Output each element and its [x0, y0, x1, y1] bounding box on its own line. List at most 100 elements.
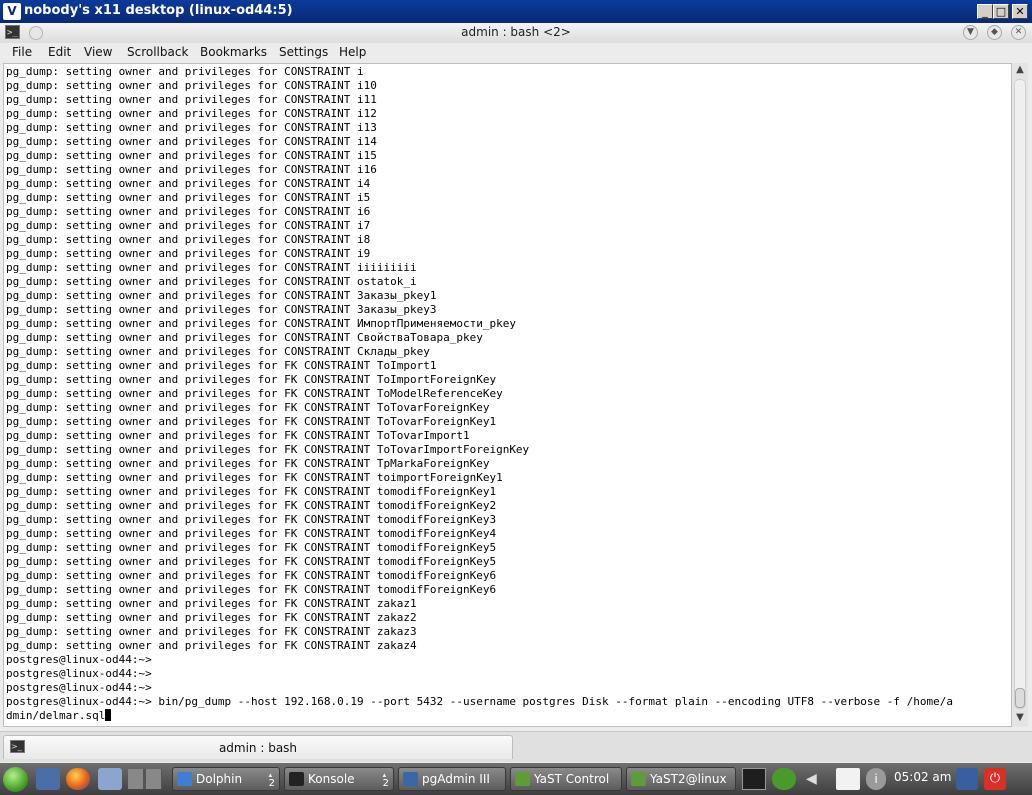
konsole-window: >_ admin : bash <2> ▼ ◆ ✕ File Edit View… [0, 23, 1032, 763]
terminal-line: pg_dump: setting owner and privileges fo… [6, 93, 377, 106]
folder-icon [177, 772, 192, 786]
terminal-line: pg_dump: setting owner and privileges fo… [6, 541, 497, 554]
terminal-line: pg_dump: setting owner and privileges fo… [6, 121, 377, 134]
terminal-line: postgres@linux-od44:~> [6, 681, 152, 694]
window-count: 2 [269, 772, 275, 789]
speaker-icon[interactable]: ◀ [806, 768, 820, 790]
terminal-line: pg_dump: setting owner and privileges fo… [6, 205, 371, 218]
menu-settings[interactable]: Settings [279, 45, 328, 59]
terminal-line: pg_dump: setting owner and privileges fo… [6, 359, 437, 372]
terminal-line: pg_dump: setting owner and privileges fo… [6, 457, 490, 470]
terminal-line: pg_dump: setting owner and privileges fo… [6, 401, 490, 414]
terminal-line: postgres@linux-od44:~> bin/pg_dump --hos… [6, 695, 954, 708]
menu-scrollback[interactable]: Scrollback [127, 45, 188, 59]
yast-icon [631, 772, 646, 786]
maximize-button[interactable]: □ [993, 4, 1009, 19]
konsole-title-bar[interactable]: >_ admin : bash <2> ▼ ◆ ✕ [0, 23, 1032, 44]
terminal-line: pg_dump: setting owner and privileges fo… [6, 331, 483, 344]
terminal-line: pg_dump: setting owner and privileges fo… [6, 527, 497, 540]
tab-admin-bash[interactable]: >_ admin : bash [3, 735, 513, 759]
info-icon[interactable]: i [866, 768, 886, 790]
text-cursor [105, 709, 112, 721]
terminal-line: dmin/delmar.sql [6, 709, 953, 723]
elephant-icon [403, 772, 418, 786]
terminal-line: pg_dump: setting owner and privileges fo… [6, 107, 377, 120]
menu-bookmarks[interactable]: Bookmarks [200, 45, 267, 59]
scroll-down-icon[interactable]: ▼ [1012, 711, 1028, 725]
taskbar-item-label: Konsole [308, 772, 355, 786]
yast-icon [515, 772, 530, 786]
terminal-line: pg_dump: setting owner and privileges fo… [6, 177, 371, 190]
taskbar-item-label: YaST Control [534, 772, 610, 786]
scrollbar-track[interactable] [1014, 79, 1026, 709]
terminal-line: pg_dump: setting owner and privileges fo… [6, 415, 497, 428]
menu-file[interactable]: File [12, 45, 32, 59]
terminal-line: pg_dump: setting owner and privileges fo… [6, 639, 417, 652]
terminal-line: pg_dump: setting owner and privileges fo… [6, 387, 503, 400]
close-icon[interactable]: ✕ [1011, 25, 1026, 40]
terminal-tray-icon[interactable] [742, 768, 766, 790]
minimize-button[interactable]: _ [977, 4, 993, 19]
close-button[interactable]: ✕ [1012, 4, 1028, 19]
maximize-icon[interactable]: ◆ [987, 25, 1002, 40]
terminal-line: pg_dump: setting owner and privileges fo… [6, 499, 497, 512]
scrollbar-thumb[interactable] [1015, 688, 1025, 708]
vnc-title-bar[interactable]: V nobody's x11 desktop (linux-od44:5) _ … [0, 0, 1032, 23]
taskbar-item-yast-control[interactable]: YaST Control [510, 767, 622, 791]
terminal-line: pg_dump: setting owner and privileges fo… [6, 303, 437, 316]
terminal-line: postgres@linux-od44:~> [6, 653, 152, 666]
kde-menu-icon[interactable] [3, 767, 28, 792]
terminal-line: pg_dump: setting owner and privileges fo… [6, 191, 371, 204]
terminal-line: pg_dump: setting owner and privileges fo… [6, 625, 417, 638]
tab-label: admin : bash [218, 741, 298, 755]
taskbar-item-label: YaST2@linux [650, 772, 727, 786]
firefox-icon[interactable] [66, 768, 90, 790]
terminal-line: pg_dump: setting owner and privileges fo… [6, 149, 377, 162]
terminal-line: pg_dump: setting owner and privileges fo… [6, 261, 417, 274]
tab-bar: >_ admin : bash [0, 731, 1032, 762]
terminal-line: postgres@linux-od44:~> [6, 667, 152, 680]
terminal-line: pg_dump: setting owner and privileges fo… [6, 597, 417, 610]
vnc-app-icon[interactable]: V [3, 3, 21, 20]
terminal-line: pg_dump: setting owner and privileges fo… [6, 163, 377, 176]
terminal-icon [289, 772, 304, 786]
terminal-line: pg_dump: setting owner and privileges fo… [6, 345, 430, 358]
taskbar-item-pgadmin-iii[interactable]: pgAdmin III [398, 767, 506, 791]
logout-icon[interactable]: ⏻ [984, 768, 1006, 790]
scrollbar[interactable]: ▲ ▼ [1012, 63, 1028, 727]
clipboard-icon[interactable] [836, 768, 860, 790]
desktop-pager-icon[interactable] [128, 769, 162, 789]
terminal-line: pg_dump: setting owner and privileges fo… [6, 513, 497, 526]
lock-icon[interactable] [956, 768, 978, 790]
terminal-line: pg_dump: setting owner and privileges fo… [6, 471, 503, 484]
minimize-icon[interactable]: ▼ [963, 25, 978, 40]
clock[interactable]: 05:02 am [894, 770, 951, 784]
terminal-line: pg_dump: setting owner and privileges fo… [6, 317, 516, 330]
terminal-line: pg_dump: setting owner and privileges fo… [6, 219, 371, 232]
taskbar-item-yast2-linux[interactable]: YaST2@linux [626, 767, 736, 791]
menu-help[interactable]: Help [339, 45, 366, 59]
scroll-up-icon[interactable]: ▲ [1012, 63, 1028, 77]
terminal-line: pg_dump: setting owner and privileges fo… [6, 555, 497, 568]
terminal-line: pg_dump: setting owner and privileges fo… [6, 583, 497, 596]
menu-edit[interactable]: Edit [48, 45, 71, 59]
network-icon[interactable] [36, 768, 60, 790]
terminal-line: pg_dump: setting owner and privileges fo… [6, 233, 371, 246]
terminal-line: pg_dump: setting owner and privileges fo… [6, 65, 364, 78]
terminal-line: pg_dump: setting owner and privileges fo… [6, 485, 497, 498]
taskbar-item-dolphin[interactable]: Dolphin 2 [172, 767, 280, 791]
terminal-output[interactable]: pg_dump: setting owner and privileges fo… [3, 63, 1012, 727]
window-count: 2 [383, 772, 389, 789]
suse-updater-icon[interactable] [772, 768, 796, 790]
file-manager-icon[interactable] [98, 768, 122, 790]
menu-view[interactable]: View [84, 45, 112, 59]
konsole-window-title: admin : bash <2> [461, 25, 571, 39]
taskbar-item-konsole[interactable]: Konsole 2 [284, 767, 394, 791]
terminal-text: pg_dump: setting owner and privileges fo… [6, 65, 953, 723]
terminal-line: pg_dump: setting owner and privileges fo… [6, 429, 470, 442]
terminal-line: pg_dump: setting owner and privileges fo… [6, 135, 377, 148]
taskbar-item-label: pgAdmin III [422, 772, 490, 786]
taskbar: Dolphin 2 Konsole 2 pgAdmin III YaST Control Y… [0, 763, 1032, 795]
terminal-line: pg_dump: setting owner and privileges fo… [6, 79, 377, 92]
terminal-line: pg_dump: setting owner and privileges fo… [6, 443, 530, 456]
